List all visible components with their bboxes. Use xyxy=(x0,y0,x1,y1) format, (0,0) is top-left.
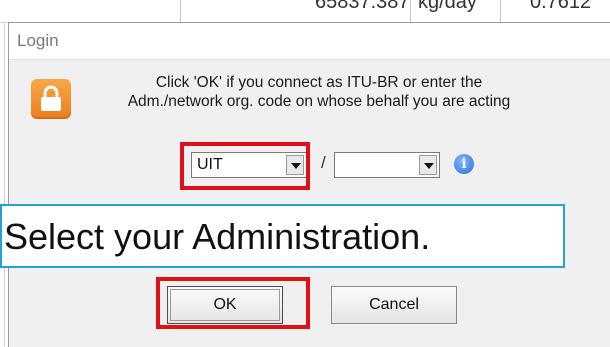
background-cell-value: 0.7612 xyxy=(530,0,592,13)
ok-button-highlight xyxy=(156,277,310,329)
network-org-combo[interactable] xyxy=(334,152,440,178)
cancel-button[interactable]: Cancel xyxy=(331,286,457,324)
grid-line xyxy=(410,0,411,22)
message-line-2: Adm./network org. code on whose behalf y… xyxy=(127,93,511,110)
message-line-1: Click 'OK' if you connect as ITU-BR or e… xyxy=(155,74,483,91)
instruction-callout-text: Select your Administration. xyxy=(4,216,431,257)
instruction-callout: Select your Administration. xyxy=(0,204,565,268)
dialog-titlebar[interactable]: Login xyxy=(9,23,610,60)
dialog-title: Login xyxy=(17,31,59,50)
login-message: Click 'OK' if you connect as ITU-BR or e… xyxy=(89,73,549,111)
administration-highlight xyxy=(180,142,310,190)
info-icon[interactable]: i xyxy=(454,154,474,174)
combo-separator: / xyxy=(321,153,326,172)
background-spreadsheet: 65837.387 kg/day 0.7612 xyxy=(0,0,610,23)
background-cell-unit: kg/day xyxy=(418,0,477,13)
background-cell-value: 65837.387 xyxy=(315,0,410,13)
background-grid-line xyxy=(4,22,5,346)
chevron-down-icon[interactable] xyxy=(419,155,437,175)
lock-icon xyxy=(31,79,71,119)
grid-line xyxy=(180,0,181,22)
grid-line xyxy=(500,0,501,22)
